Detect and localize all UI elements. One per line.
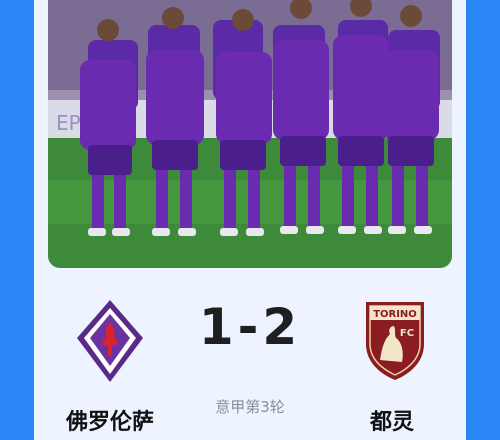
home-team-name: 佛罗伦萨	[65, 410, 154, 435]
match-card[interactable]: EPI 佛罗伦萨 1-2 意甲第3轮 TORINO FC 都灵	[34, 0, 466, 440]
torino-crest-icon: TORINO FC	[360, 296, 430, 382]
team-photo: EPI	[48, 0, 452, 268]
fiorentina-crest-icon	[75, 298, 145, 384]
match-round: 意甲第3轮	[215, 398, 285, 416]
torino-crest-label: TORINO	[373, 309, 417, 320]
match-score: 1-2	[198, 298, 302, 356]
torino-crest-fc: FC	[400, 328, 414, 339]
away-team-name: 都灵	[369, 410, 414, 435]
